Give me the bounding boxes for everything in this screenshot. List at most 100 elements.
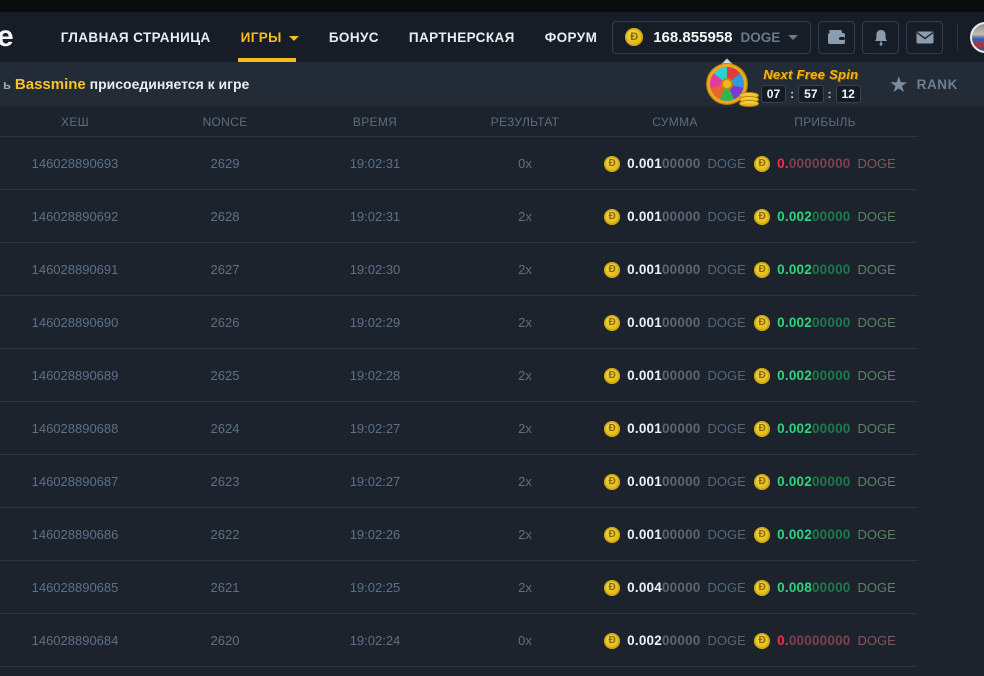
ticker-username[interactable]: Bassmine	[15, 76, 86, 93]
ticker-action: присоединяется к игре	[90, 76, 250, 92]
bet-amount-value: 0.00100000	[627, 156, 700, 171]
currency-label: DOGE	[708, 474, 746, 489]
currency-label: DOGE	[858, 156, 896, 171]
bet-profit: Đ 0.00000000 DOGE	[750, 633, 900, 649]
bet-amount-value: 0.00100000	[627, 421, 700, 436]
bet-profit-value: 0.00000000	[777, 633, 850, 648]
bet-time: 19:02:26	[300, 527, 450, 542]
rank-label: RANK	[917, 77, 958, 92]
timer-hours: 07	[761, 85, 786, 103]
bet-nonce: 2620	[150, 633, 300, 648]
bet-nonce: 2622	[150, 527, 300, 542]
nav-item-home[interactable]: ГЛАВНАЯ СТРАНИЦА	[46, 12, 226, 62]
bet-profit-value: 0.00800000	[777, 580, 850, 595]
header-profit: ПРИБЫЛЬ	[750, 115, 900, 129]
bet-amount-value: 0.00100000	[627, 474, 700, 489]
doge-coin-icon: Đ	[754, 527, 770, 543]
table-row[interactable]: 146028890686 2622 19:02:26 2x Đ 0.001000…	[0, 508, 984, 561]
navbar: e ГЛАВНАЯ СТРАНИЦА ИГРЫ БОНУС ПАРТНЕРСКА…	[0, 12, 984, 62]
nav-item-affiliate[interactable]: ПАРТНЕРСКАЯ	[394, 12, 530, 62]
bet-amount-value: 0.00400000	[627, 580, 700, 595]
currency-label: DOGE	[708, 368, 746, 383]
bet-hash: 146028890686	[0, 527, 150, 542]
currency-label: DOGE	[858, 315, 896, 330]
table-row[interactable]: 146028890689 2625 19:02:28 2x Đ 0.001000…	[0, 349, 984, 402]
ticker-right: Next Free Spin 07 : 57 : 12 ★ RANK	[705, 62, 984, 107]
timer-colon: :	[790, 87, 794, 101]
bet-nonce: 2621	[150, 580, 300, 595]
doge-coin-icon: Đ	[754, 580, 770, 596]
wallet-button[interactable]	[818, 21, 855, 54]
wallet-icon	[827, 29, 846, 45]
doge-coin-icon: Đ	[604, 633, 620, 649]
currency-label: DOGE	[708, 315, 746, 330]
bet-nonce: 2626	[150, 315, 300, 330]
bet-time: 19:02:25	[300, 580, 450, 595]
bet-profit: Đ 0.00800000 DOGE	[750, 580, 900, 596]
bet-profit: Đ 0.00200000 DOGE	[750, 527, 900, 543]
table-row[interactable]: 146028890690 2626 19:02:29 2x Đ 0.001000…	[0, 296, 984, 349]
bet-nonce: 2624	[150, 421, 300, 436]
free-spin-wheel[interactable]	[705, 62, 755, 107]
bet-amount-value: 0.00100000	[627, 315, 700, 330]
header-amount: СУММА	[600, 115, 750, 129]
doge-coin-icon: Đ	[754, 209, 770, 225]
ticker-bar: ь Bassmine присоединяется к игре Next Fr…	[0, 62, 984, 107]
bet-amount: Đ 0.00400000 DOGE	[600, 580, 750, 596]
coins-stack-icon	[739, 95, 759, 107]
bet-nonce: 2623	[150, 474, 300, 489]
balance-currency: DOGE	[740, 30, 780, 45]
bet-result: 2x	[450, 421, 600, 436]
table-row[interactable]: 146028890693 2629 19:02:31 0x Đ 0.001000…	[0, 137, 984, 190]
messages-button[interactable]	[906, 21, 943, 54]
currency-label: DOGE	[858, 633, 896, 648]
avatar[interactable]	[970, 22, 984, 53]
table-row[interactable]: 146028890685 2621 19:02:25 2x Đ 0.004000…	[0, 561, 984, 614]
doge-coin-icon: Đ	[604, 580, 620, 596]
bet-time: 19:02:28	[300, 368, 450, 383]
chevron-down-icon	[788, 35, 798, 40]
bet-amount: Đ 0.00100000 DOGE	[600, 527, 750, 543]
bet-hash: 146028890684	[0, 633, 150, 648]
bet-amount: Đ 0.00100000 DOGE	[600, 209, 750, 225]
bet-profit: Đ 0.00200000 DOGE	[750, 368, 900, 384]
bet-hash: 146028890691	[0, 262, 150, 277]
rank-button[interactable]: ★ RANK	[889, 75, 958, 95]
bell-icon	[873, 29, 889, 46]
bet-hash: 146028890693	[0, 156, 150, 171]
bet-result: 2x	[450, 368, 600, 383]
bet-profit-value: 0.00200000	[777, 315, 850, 330]
site-logo[interactable]: e	[0, 14, 14, 60]
bet-profit: Đ 0.00200000 DOGE	[750, 421, 900, 437]
currency-label: DOGE	[708, 209, 746, 224]
bet-time: 19:02:24	[300, 633, 450, 648]
balance-selector[interactable]: Đ 168.855958 DOGE	[612, 21, 811, 54]
bet-time: 19:02:30	[300, 262, 450, 277]
table-row[interactable]: 146028890684 2620 19:02:24 0x Đ 0.002000…	[0, 614, 984, 667]
nav-item-games[interactable]: ИГРЫ	[226, 12, 314, 62]
nav-item-forum[interactable]: ФОРУМ	[530, 12, 613, 62]
table-row[interactable]: 146028890692 2628 19:02:31 2x Đ 0.001000…	[0, 190, 984, 243]
free-spin-title: Next Free Spin	[763, 67, 858, 82]
bet-hash: 146028890688	[0, 421, 150, 436]
table-row[interactable]: 146028890691 2627 19:02:30 2x Đ 0.001000…	[0, 243, 984, 296]
doge-coin-icon: Đ	[754, 474, 770, 490]
table-row[interactable]: 146028890687 2623 19:02:27 2x Đ 0.001000…	[0, 455, 984, 508]
wheel-hub-icon	[721, 78, 733, 90]
bet-amount-value: 0.00100000	[627, 262, 700, 277]
bet-profit: Đ 0.00200000 DOGE	[750, 262, 900, 278]
nav-item-bonus[interactable]: БОНУС	[314, 12, 394, 62]
bet-profit-value: 0.00200000	[777, 421, 850, 436]
currency-label: DOGE	[858, 474, 896, 489]
bet-result: 2x	[450, 580, 600, 595]
header-result: РЕЗУЛЬТАТ	[450, 115, 600, 129]
bet-nonce: 2628	[150, 209, 300, 224]
bet-amount-value: 0.00100000	[627, 368, 700, 383]
notifications-button[interactable]	[862, 21, 899, 54]
table-row[interactable]: 146028890688 2624 19:02:27 2x Đ 0.001000…	[0, 402, 984, 455]
bet-hash: 146028890692	[0, 209, 150, 224]
mail-icon	[916, 31, 934, 44]
bet-nonce: 2627	[150, 262, 300, 277]
bet-profit-value: 0.00200000	[777, 368, 850, 383]
free-spin-block: Next Free Spin 07 : 57 : 12	[761, 67, 861, 103]
